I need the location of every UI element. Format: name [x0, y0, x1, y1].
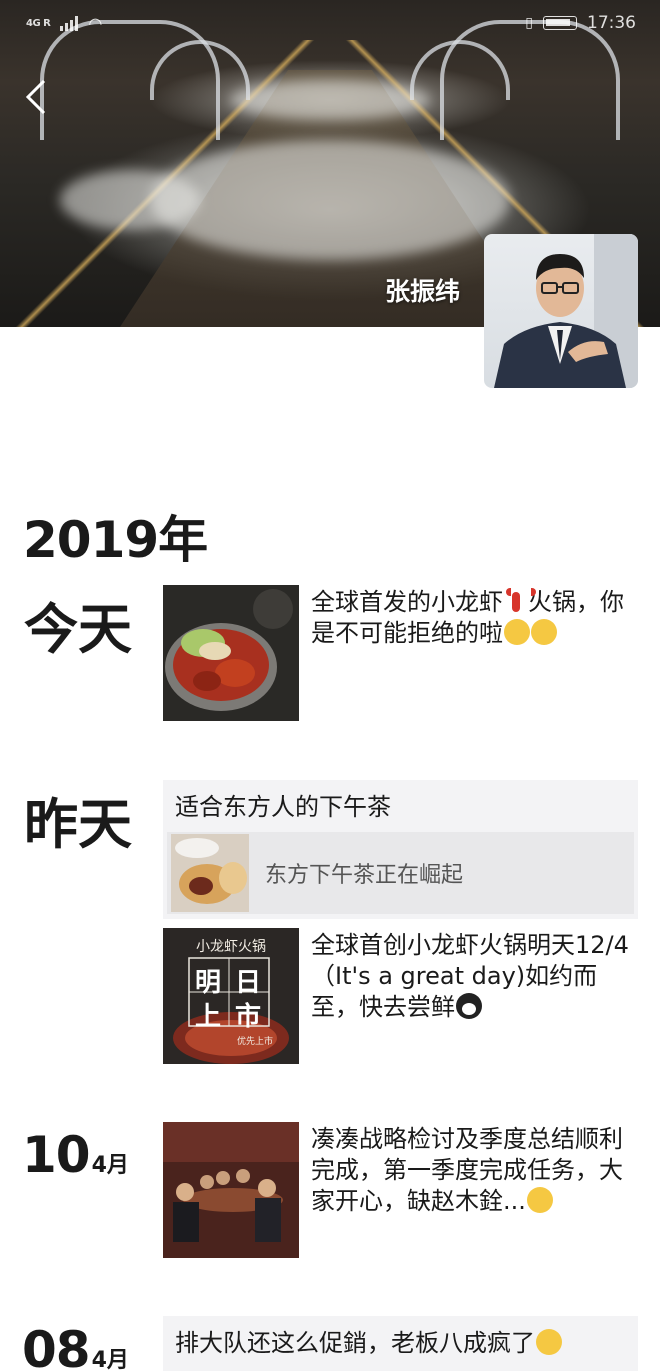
back-button[interactable]: [24, 78, 64, 118]
share-thumbnail: [171, 834, 249, 912]
share-title: 适合东方人的下午茶: [175, 793, 391, 821]
post-text-part: 凑凑战略检讨及季度总结顺利完成，第一季度完成任务，大家开心，缺赵木銓...: [311, 1125, 623, 1215]
lobster-emoji-icon: [504, 588, 536, 614]
avatar-image: [494, 234, 638, 388]
share-title-text: 排大队还这么促銷，老板八成疯了: [175, 1329, 535, 1357]
network-type: 4G R: [26, 17, 51, 29]
signal-icon: [60, 15, 79, 31]
share-title: 排大队还这么促銷，老板八成疯了: [163, 1316, 638, 1368]
shared-link-card[interactable]: 排大队还这么促銷，老板八成疯了: [163, 1316, 638, 1371]
post-text-part: 全球首发的小龙虾: [311, 588, 503, 616]
post-thumbnail[interactable]: 小龙虾火锅 明 日 上 市 优先上市: [163, 928, 299, 1064]
post-text: 凑凑战略检讨及季度总结顺利完成，第一季度完成任务，大家开心，缺赵木銓...: [311, 1122, 638, 1258]
date-day: 10: [22, 1126, 91, 1184]
battery-icon: [543, 16, 577, 30]
year-heading: 2019年: [23, 511, 208, 569]
day-label-today: 今天: [24, 598, 132, 661]
status-left: 4G R ◠: [26, 14, 102, 33]
moment-post[interactable]: 小龙虾火锅 明 日 上 市 优先上市 全球首创小龙虾火锅明天12/4（It's …: [163, 928, 638, 1064]
group-photo-image: [163, 1122, 299, 1258]
status-bar: 4G R ◠ ▯ 17:36: [0, 0, 660, 46]
status-time: 17:36: [587, 13, 636, 33]
post-thumbnail[interactable]: [163, 585, 299, 721]
cover-mist: [150, 140, 510, 260]
wifi-icon: ◠: [88, 13, 103, 33]
poster-footer: 优先上市: [237, 1037, 274, 1047]
post-text: 全球首发的小龙虾 火锅，你是不可能拒绝的啦: [311, 585, 638, 721]
penguin-emoji-icon: [456, 993, 482, 1019]
date-month: 4月: [91, 1348, 129, 1371]
share-preview[interactable]: 东方下午茶正在崛起: [167, 832, 634, 914]
moment-post[interactable]: 全球首发的小龙虾 火锅，你是不可能拒绝的啦: [163, 585, 638, 721]
share-description: 东方下午茶正在崛起: [265, 863, 464, 888]
thinking-emoji-icon: [526, 1187, 553, 1213]
day-label-yesterday: 昨天: [24, 793, 132, 856]
avatar[interactable]: [484, 234, 638, 388]
profile-name[interactable]: 张振纬: [385, 272, 460, 308]
post-thumbnail[interactable]: [163, 1122, 299, 1258]
laugh-emoji-icon: [504, 619, 530, 645]
status-right: ▯ 17:36: [525, 13, 636, 33]
poster-char: 上: [195, 1002, 222, 1032]
shared-link-card[interactable]: 适合东方人的下午茶 东方下午茶正在崛起: [163, 780, 638, 919]
hotpot-image: [163, 585, 299, 721]
poster-char: 市: [235, 1002, 262, 1032]
vibrate-icon: ▯: [525, 15, 533, 31]
poster-char: 明: [195, 968, 222, 998]
cover-mist: [60, 170, 200, 230]
moment-post[interactable]: 凑凑战略检讨及季度总结顺利完成，第一季度完成任务，大家开心，缺赵木銓...: [163, 1122, 638, 1258]
chevron-left-icon: [25, 79, 46, 115]
laugh-emoji-icon: [536, 1329, 562, 1355]
date-month: 4月: [91, 1153, 129, 1178]
post-text: 全球首创小龙虾火锅明天12/4（It's a great day)如约而至，快去…: [311, 928, 638, 1064]
date-day: 08: [22, 1321, 91, 1371]
date-label: 10 4月: [22, 1126, 129, 1184]
pastry-image: [171, 834, 249, 912]
poster-char: 日: [235, 968, 262, 998]
date-label: 08 4月: [22, 1321, 129, 1371]
cover-mist: [230, 80, 430, 120]
laugh-emoji-icon: [531, 619, 557, 645]
poster-caption: 小龙虾火锅: [196, 939, 266, 955]
